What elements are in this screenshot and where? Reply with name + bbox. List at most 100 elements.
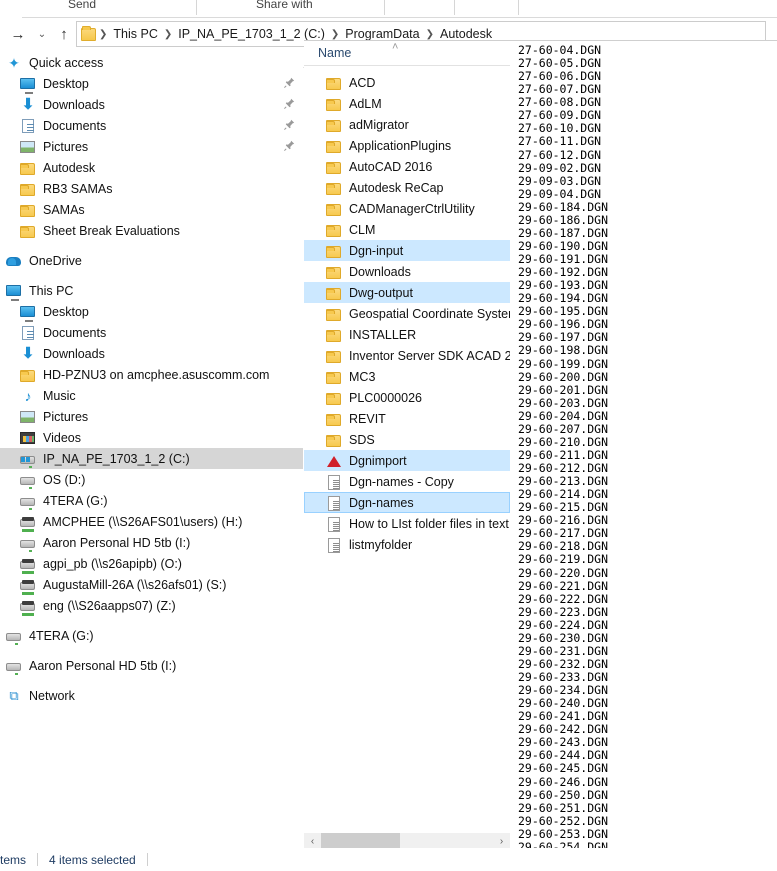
file-list-item[interactable]: CADManagerCtrlUtility [304,198,510,219]
file-list-item[interactable]: INSTALLER [304,324,510,345]
sidebar-item-4tera-g[interactable]: 4TERA (G:) [0,490,303,511]
horizontal-scrollbar[interactable]: ‹ › [304,832,510,850]
sidebar-item-autodesk[interactable]: Autodesk [0,157,303,178]
sidebar-item-downloads[interactable]: ⬇ Downloads [0,343,303,364]
sidebar-item-os-d[interactable]: OS (D:) [0,469,303,490]
file-list-item[interactable]: AdLM [304,93,510,114]
folder-icon [326,117,342,133]
folder-icon [326,180,342,196]
file-name-label: AutoCAD 2016 [349,159,433,174]
sidebar-item-hd-pznu3-on-amcphee-asuscomm-com[interactable]: HD-PZNU3 on amcphee.asuscomm.com [0,364,303,385]
sidebar-item-samas[interactable]: SAMAs [0,199,303,220]
folder-icon [20,202,36,218]
desktop-icon [20,304,36,322]
sidebar-item-amcphee-s26afs01-users-h[interactable]: AMCPHEE (\\S26AFS01\users) (H:) [0,511,303,532]
sidebar-item-label: Documents [43,325,107,340]
sidebar-item-sheet-break-evaluations[interactable]: Sheet Break Evaluations [0,220,303,241]
selection-count-label: 4 items selected [49,852,136,867]
sidebar-item-rb3-samas[interactable]: RB3 SAMAs [0,178,303,199]
ribbon-label-share-with[interactable]: Share with [256,0,313,11]
sidebar-item-documents[interactable]: Documents [0,115,303,136]
file-list-item[interactable]: MC3 [304,366,510,387]
folder-icon [326,96,342,112]
sidebar-item-pictures[interactable]: Pictures [0,136,303,157]
folder-icon [326,222,342,238]
pin-icon[interactable] [284,140,295,151]
file-list-item[interactable]: Dgn-names - Copy [304,471,510,492]
breadcrumb-item[interactable]: This PC [108,25,162,43]
file-list: ACD AdLM adMigrator ApplicationPlugins AutoC… [304,66,510,555]
pin-icon[interactable] [284,119,295,130]
file-list-item[interactable]: Geospatial Coordinate Systems [304,303,510,324]
file-list-item[interactable]: Downloads [304,261,510,282]
sidebar-item-music[interactable]: ♪ Music [0,385,303,406]
file-list-pane[interactable]: Name ˄ ACD AdLM adMigrator ApplicationPlugi… [304,40,510,847]
file-name-label: Downloads [349,264,411,279]
sidebar-item-agpi-pb-s26apipb-o[interactable]: agpi_pb (\\s26apipb) (O:) [0,553,303,574]
file-list-item[interactable]: Inventor Server SDK ACAD 2016 [304,345,510,366]
navigation-pane[interactable]: ✦ Quick access Desktop ⬇ Downloads Documents P… [0,52,303,847]
sidebar-item-label: Music [43,388,76,403]
sidebar-item-documents[interactable]: Documents [0,322,303,343]
scrollbar-thumb[interactable] [321,832,400,850]
forward-button[interactable]: → [8,24,28,44]
sidebar-item-augustamill-26a-s26afs01-s[interactable]: AugustaMill-26A (\\s26afs01) (S:) [0,574,303,595]
sidebar-item-label: Network [29,688,75,703]
file-list-item[interactable]: Dwg-output [304,282,510,303]
pin-icon[interactable] [284,98,295,109]
file-list-item[interactable]: SDS [304,429,510,450]
file-name-label: CADManagerCtrlUtility [349,201,475,216]
sidebar-item-eng-s26aapps07-z[interactable]: eng (\\S26aapps07) (Z:) [0,595,303,616]
file-name-label: Dgn-input [349,243,404,258]
pin-icon[interactable] [284,77,295,88]
up-button[interactable]: ↑ [54,24,74,44]
file-list-item[interactable]: AutoCAD 2016 [304,156,510,177]
sidebar-item-label: Aaron Personal HD 5tb (I:) [43,535,191,550]
file-list-item[interactable]: Autodesk ReCap [304,177,510,198]
file-list-item[interactable]: Dgnimport [304,450,510,471]
sidebar-item-aaron-personal-hd-5tb-i[interactable]: Aaron Personal HD 5tb (I:) [0,655,303,676]
scroll-left-button[interactable]: ‹ [304,833,321,850]
videos-icon [20,430,36,446]
sidebar-item-label: SAMAs [43,202,85,217]
file-list-item[interactable]: ApplicationPlugins [304,135,510,156]
file-list-item[interactable]: CLM [304,219,510,240]
file-list-item[interactable]: How to LIst folder files in text [304,513,510,534]
sidebar-item-videos[interactable]: Videos [0,427,303,448]
star-icon: ✦ [8,54,20,71]
sidebar-item-onedrive[interactable]: OneDrive [0,250,303,271]
sidebar-item-downloads[interactable]: ⬇ Downloads [0,94,303,115]
sidebar-item-ip-na-pe-1703-1-2-c[interactable]: IP_NA_PE_1703_1_2 (C:) [0,448,303,469]
sidebar-item-network[interactable]: ⧉ Network [0,685,303,706]
folder-icon [326,348,342,364]
file-list-item[interactable]: Dgn-names [304,492,510,513]
sidebar-item-aaron-personal-hd-5tb-i[interactable]: Aaron Personal HD 5tb (I:) [0,532,303,553]
ribbon-separator [196,0,197,15]
sidebar-item-pictures[interactable]: Pictures [0,406,303,427]
network-drive-icon [20,598,36,616]
sidebar-item-label: HD-PZNU3 on amcphee.asuscomm.com [43,367,270,382]
sidebar-item-quick-access[interactable]: ✦ Quick access [0,52,303,73]
file-list-item[interactable]: adMigrator [304,114,510,135]
scrollbar-track[interactable] [321,832,493,850]
file-name-label: Geospatial Coordinate Systems [349,306,510,321]
dgn-text-pane[interactable]: 27-60-04.DGN 27-60-05.DGN 27-60-06.DGN 2… [510,40,777,871]
file-list-item[interactable]: PLC0000026 [304,387,510,408]
sidebar-item-desktop[interactable]: Desktop [0,73,303,94]
network-icon: ⧉ [9,687,19,703]
breadcrumb-separator-icon: ❯ [330,28,340,40]
recent-locations-button[interactable]: ⌄ [32,24,52,44]
scroll-right-button[interactable]: › [493,833,510,850]
file-list-item[interactable]: REVIT [304,408,510,429]
sidebar-item-this-pc[interactable]: This PC [0,280,303,301]
file-name-label: ACD [349,75,376,90]
sidebar-item-desktop[interactable]: Desktop [0,301,303,322]
file-list-item[interactable]: Dgn-input [304,240,510,261]
ribbon-label-send[interactable]: Send [68,0,96,11]
file-list-item[interactable]: ACD [304,72,510,93]
column-header-name[interactable]: Name ˄ [304,40,510,66]
file-name-label: Autodesk ReCap [349,180,444,195]
folder-icon [326,327,342,343]
file-list-item[interactable]: listmyfolder [304,534,510,555]
sidebar-item-4tera-g[interactable]: 4TERA (G:) [0,625,303,646]
